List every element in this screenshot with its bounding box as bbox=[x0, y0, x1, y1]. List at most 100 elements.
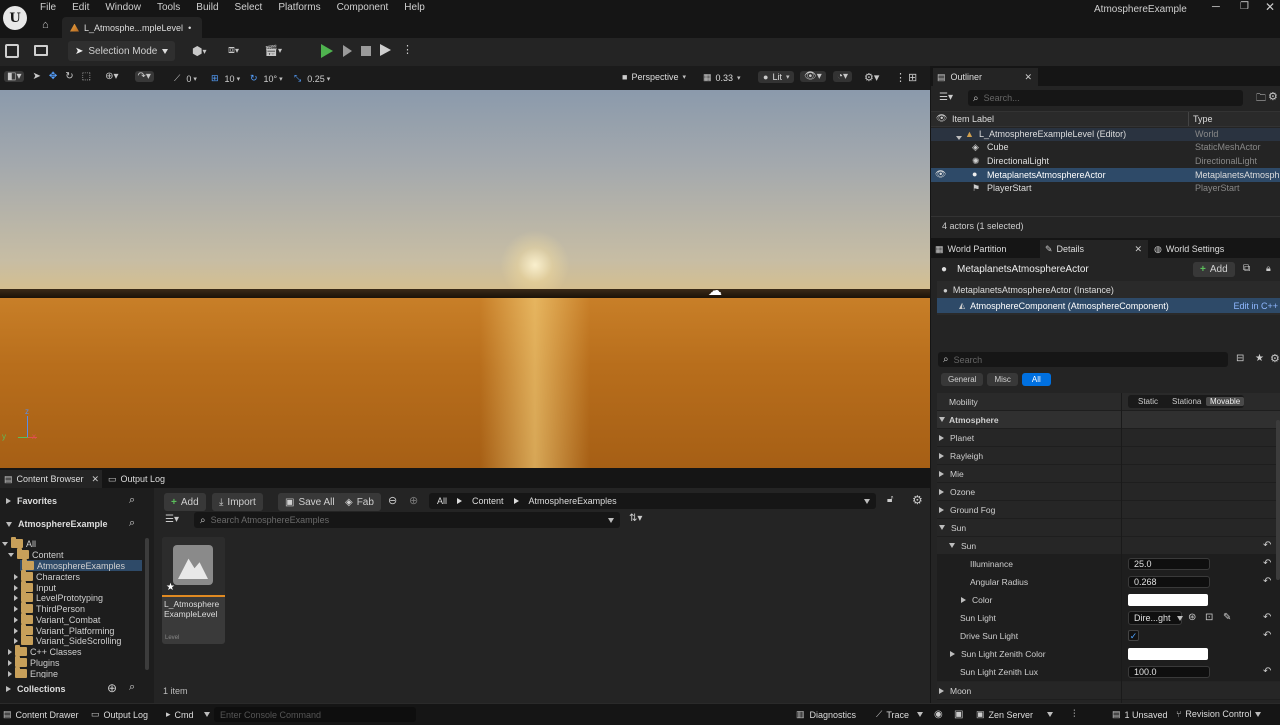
content-drawer-button[interactable]: ▤ Content Drawer bbox=[3, 709, 79, 720]
play-options-icon[interactable]: ⋮ bbox=[402, 43, 413, 56]
source-control-icon[interactable]: ⫶ bbox=[1073, 709, 1076, 720]
breadcrumb-all[interactable]: All bbox=[437, 496, 447, 506]
expand-icon[interactable] bbox=[950, 650, 955, 657]
rotation-snap[interactable]: ↻ 10° ▾ bbox=[250, 73, 283, 84]
unsaved-button[interactable]: ▤ 1 Unsaved bbox=[1112, 709, 1168, 720]
tree-item-levelprototyping[interactable]: LevelPrototyping bbox=[14, 591, 103, 603]
viewport-settings-icon[interactable]: ⚙▾ bbox=[864, 71, 879, 84]
reset-icon[interactable]: ↶ bbox=[1263, 540, 1271, 551]
group-rayleigh[interactable]: Rayleigh bbox=[937, 447, 1280, 465]
show-flags-icon[interactable]: 👁︎▾ bbox=[800, 71, 826, 82]
group-ground-fog[interactable]: Ground Fog bbox=[937, 501, 1280, 519]
menu-edit[interactable]: Edit bbox=[64, 0, 97, 16]
rotate-tool-icon[interactable]: ↻ bbox=[65, 71, 73, 82]
close-icon[interactable]: ✕ bbox=[1024, 72, 1032, 83]
grid-snap[interactable]: ⊞ 10 ▾ bbox=[211, 73, 240, 84]
mobility-stationary[interactable]: Stationa bbox=[1168, 397, 1206, 406]
lock-icon[interactable]: 🔒︎ bbox=[1266, 263, 1271, 274]
menu-help[interactable]: Help bbox=[396, 0, 433, 16]
group-moon[interactable]: Moon bbox=[937, 682, 1280, 700]
scale-snap[interactable]: ⤡ 0.25 ▾ bbox=[294, 73, 330, 84]
output-log-tab[interactable]: ▭ Output Log bbox=[108, 470, 165, 488]
tree-item-engine[interactable]: Engine bbox=[8, 667, 58, 678]
window-close-icon[interactable]: ✕ bbox=[1265, 0, 1275, 14]
camera-speed-dropdown[interactable]: ▦ 0.33 ▾ bbox=[703, 72, 741, 83]
window-maximize-icon[interactable]: ❐ bbox=[1240, 1, 1249, 12]
picker-icon[interactable]: ✎ bbox=[1223, 612, 1231, 623]
cmd-dropdown[interactable]: ▸ Cmd bbox=[166, 709, 210, 720]
console-input[interactable]: Enter Console Command bbox=[214, 707, 416, 722]
outliner-search-input[interactable]: ⌕ Search... bbox=[968, 90, 1243, 106]
illuminance-field[interactable]: 25.0 bbox=[1128, 558, 1210, 570]
reset-icon[interactable]: ↶ bbox=[1263, 612, 1271, 623]
unreal-logo[interactable]: U bbox=[3, 6, 27, 30]
drive-sun-light-checkbox[interactable]: ✓ bbox=[1128, 630, 1139, 641]
favorites-star-icon[interactable]: ★ bbox=[1255, 353, 1264, 364]
snap-angle[interactable]: ⟋ 0 ▾ bbox=[174, 73, 197, 84]
menu-tools[interactable]: Tools bbox=[149, 0, 188, 16]
trace-dropdown[interactable]: ⟋ Trace bbox=[876, 709, 923, 720]
viewport-layout-icon[interactable]: ⊞ bbox=[908, 71, 917, 84]
blueprint-icon[interactable]: ⧉ bbox=[1243, 263, 1250, 274]
property-matrix-icon[interactable]: ⊟ bbox=[1236, 353, 1244, 364]
visibility-icon[interactable]: 👁︎ bbox=[935, 169, 946, 180]
filter-misc[interactable]: Misc bbox=[987, 373, 1018, 386]
menu-file[interactable]: File bbox=[36, 0, 64, 16]
sort-icon[interactable]: ⇅▾ bbox=[629, 513, 642, 524]
category-atmosphere[interactable]: Atmosphere bbox=[937, 411, 1280, 429]
tree-item-variant-sidescrolling[interactable]: Variant_SideScrolling bbox=[14, 634, 121, 646]
filter-general[interactable]: General bbox=[941, 373, 984, 386]
menu-component[interactable]: Component bbox=[329, 0, 397, 16]
add-button[interactable]: + Add bbox=[164, 493, 206, 511]
search-icon[interactable]: ⌕ bbox=[129, 517, 135, 530]
history-back-icon[interactable]: ⊖ bbox=[388, 494, 397, 507]
content-browser-tab[interactable]: ▤ Content Browser ✕ bbox=[0, 470, 102, 488]
column-splitter[interactable] bbox=[1121, 393, 1122, 703]
home-icon[interactable]: ⌂ bbox=[42, 19, 49, 31]
mobility-static[interactable]: Static bbox=[1128, 397, 1168, 406]
group-mie[interactable]: Mie bbox=[937, 465, 1280, 483]
search-icon[interactable]: ⌕ bbox=[129, 494, 135, 507]
tab-world-settings[interactable]: ◍ World Settings bbox=[1154, 241, 1224, 257]
filter-all[interactable]: All bbox=[1021, 373, 1051, 386]
perspective-dropdown[interactable]: ■ Perspective ▾ bbox=[622, 72, 686, 82]
color-swatch[interactable] bbox=[1128, 594, 1208, 606]
outliner-settings-icon[interactable]: ⚙ bbox=[1268, 90, 1278, 103]
details-settings-icon[interactable]: ⚙ bbox=[1270, 352, 1280, 365]
angular-radius-field[interactable]: 0.268 bbox=[1128, 576, 1210, 588]
group-planet[interactable]: Planet bbox=[937, 429, 1280, 447]
search-icon[interactable]: ⌕ bbox=[129, 681, 135, 694]
component-row-selected[interactable]: ◭ AtmosphereComponent (AtmosphereCompone… bbox=[937, 298, 1280, 313]
settings-icon[interactable]: ⚙ bbox=[912, 493, 923, 507]
cinematics-icon[interactable]: 🎬︎ ▾ bbox=[264, 44, 282, 57]
path-dropdown-icon[interactable] bbox=[864, 498, 870, 504]
history-forward-icon[interactable]: ⊕ bbox=[409, 494, 418, 507]
group-ozone[interactable]: Ozone bbox=[937, 483, 1280, 501]
asset-tile[interactable]: ★ L_Atmosphere ExampleLevel Level bbox=[162, 537, 225, 644]
use-selected-icon[interactable]: ⊛ bbox=[1188, 612, 1196, 623]
viewport-more-icon[interactable]: ⋮ bbox=[895, 71, 906, 84]
open-level-icon[interactable] bbox=[34, 45, 48, 56]
search-dropdown-icon[interactable] bbox=[608, 517, 614, 523]
screenshot-icon[interactable]: ▣ bbox=[954, 709, 963, 720]
zen-server-dropdown[interactable]: ▣ Zen Server bbox=[976, 709, 1054, 720]
viewport-scene[interactable]: ☁︎ z x y bbox=[0, 90, 930, 468]
reset-icon[interactable]: ↶ bbox=[1263, 630, 1271, 641]
revision-control-dropdown[interactable]: ⑂ Revision Control bbox=[1176, 709, 1262, 719]
sun-light-dropdown[interactable]: Dire...ght bbox=[1128, 611, 1183, 625]
fab-button[interactable]: ◈ Fab bbox=[338, 493, 381, 511]
add-component-button[interactable]: + Add bbox=[1193, 262, 1235, 277]
mobility-movable[interactable]: Movable bbox=[1206, 397, 1245, 406]
step-button[interactable] bbox=[343, 45, 352, 57]
add-actor-icon[interactable]: ⬢ ▾ bbox=[192, 44, 207, 58]
viewport-options-icon[interactable]: ◧▾ bbox=[4, 71, 25, 82]
window-minimize-icon[interactable]: ─ bbox=[1212, 1, 1220, 13]
subgroup-sun[interactable]: Sun ↶ bbox=[937, 537, 1280, 555]
zenith-lux-field[interactable]: 100.0 bbox=[1128, 666, 1210, 678]
menu-platforms[interactable]: Platforms bbox=[270, 0, 328, 16]
asset-search-input[interactable]: ⌕ Search AtmosphereExamples bbox=[194, 512, 620, 528]
record-icon[interactable]: ◉ bbox=[934, 709, 943, 720]
performance-icon[interactable]: ◔▾ bbox=[833, 71, 853, 82]
close-icon[interactable]: ✕ bbox=[92, 474, 100, 485]
eject-button[interactable] bbox=[380, 44, 391, 56]
